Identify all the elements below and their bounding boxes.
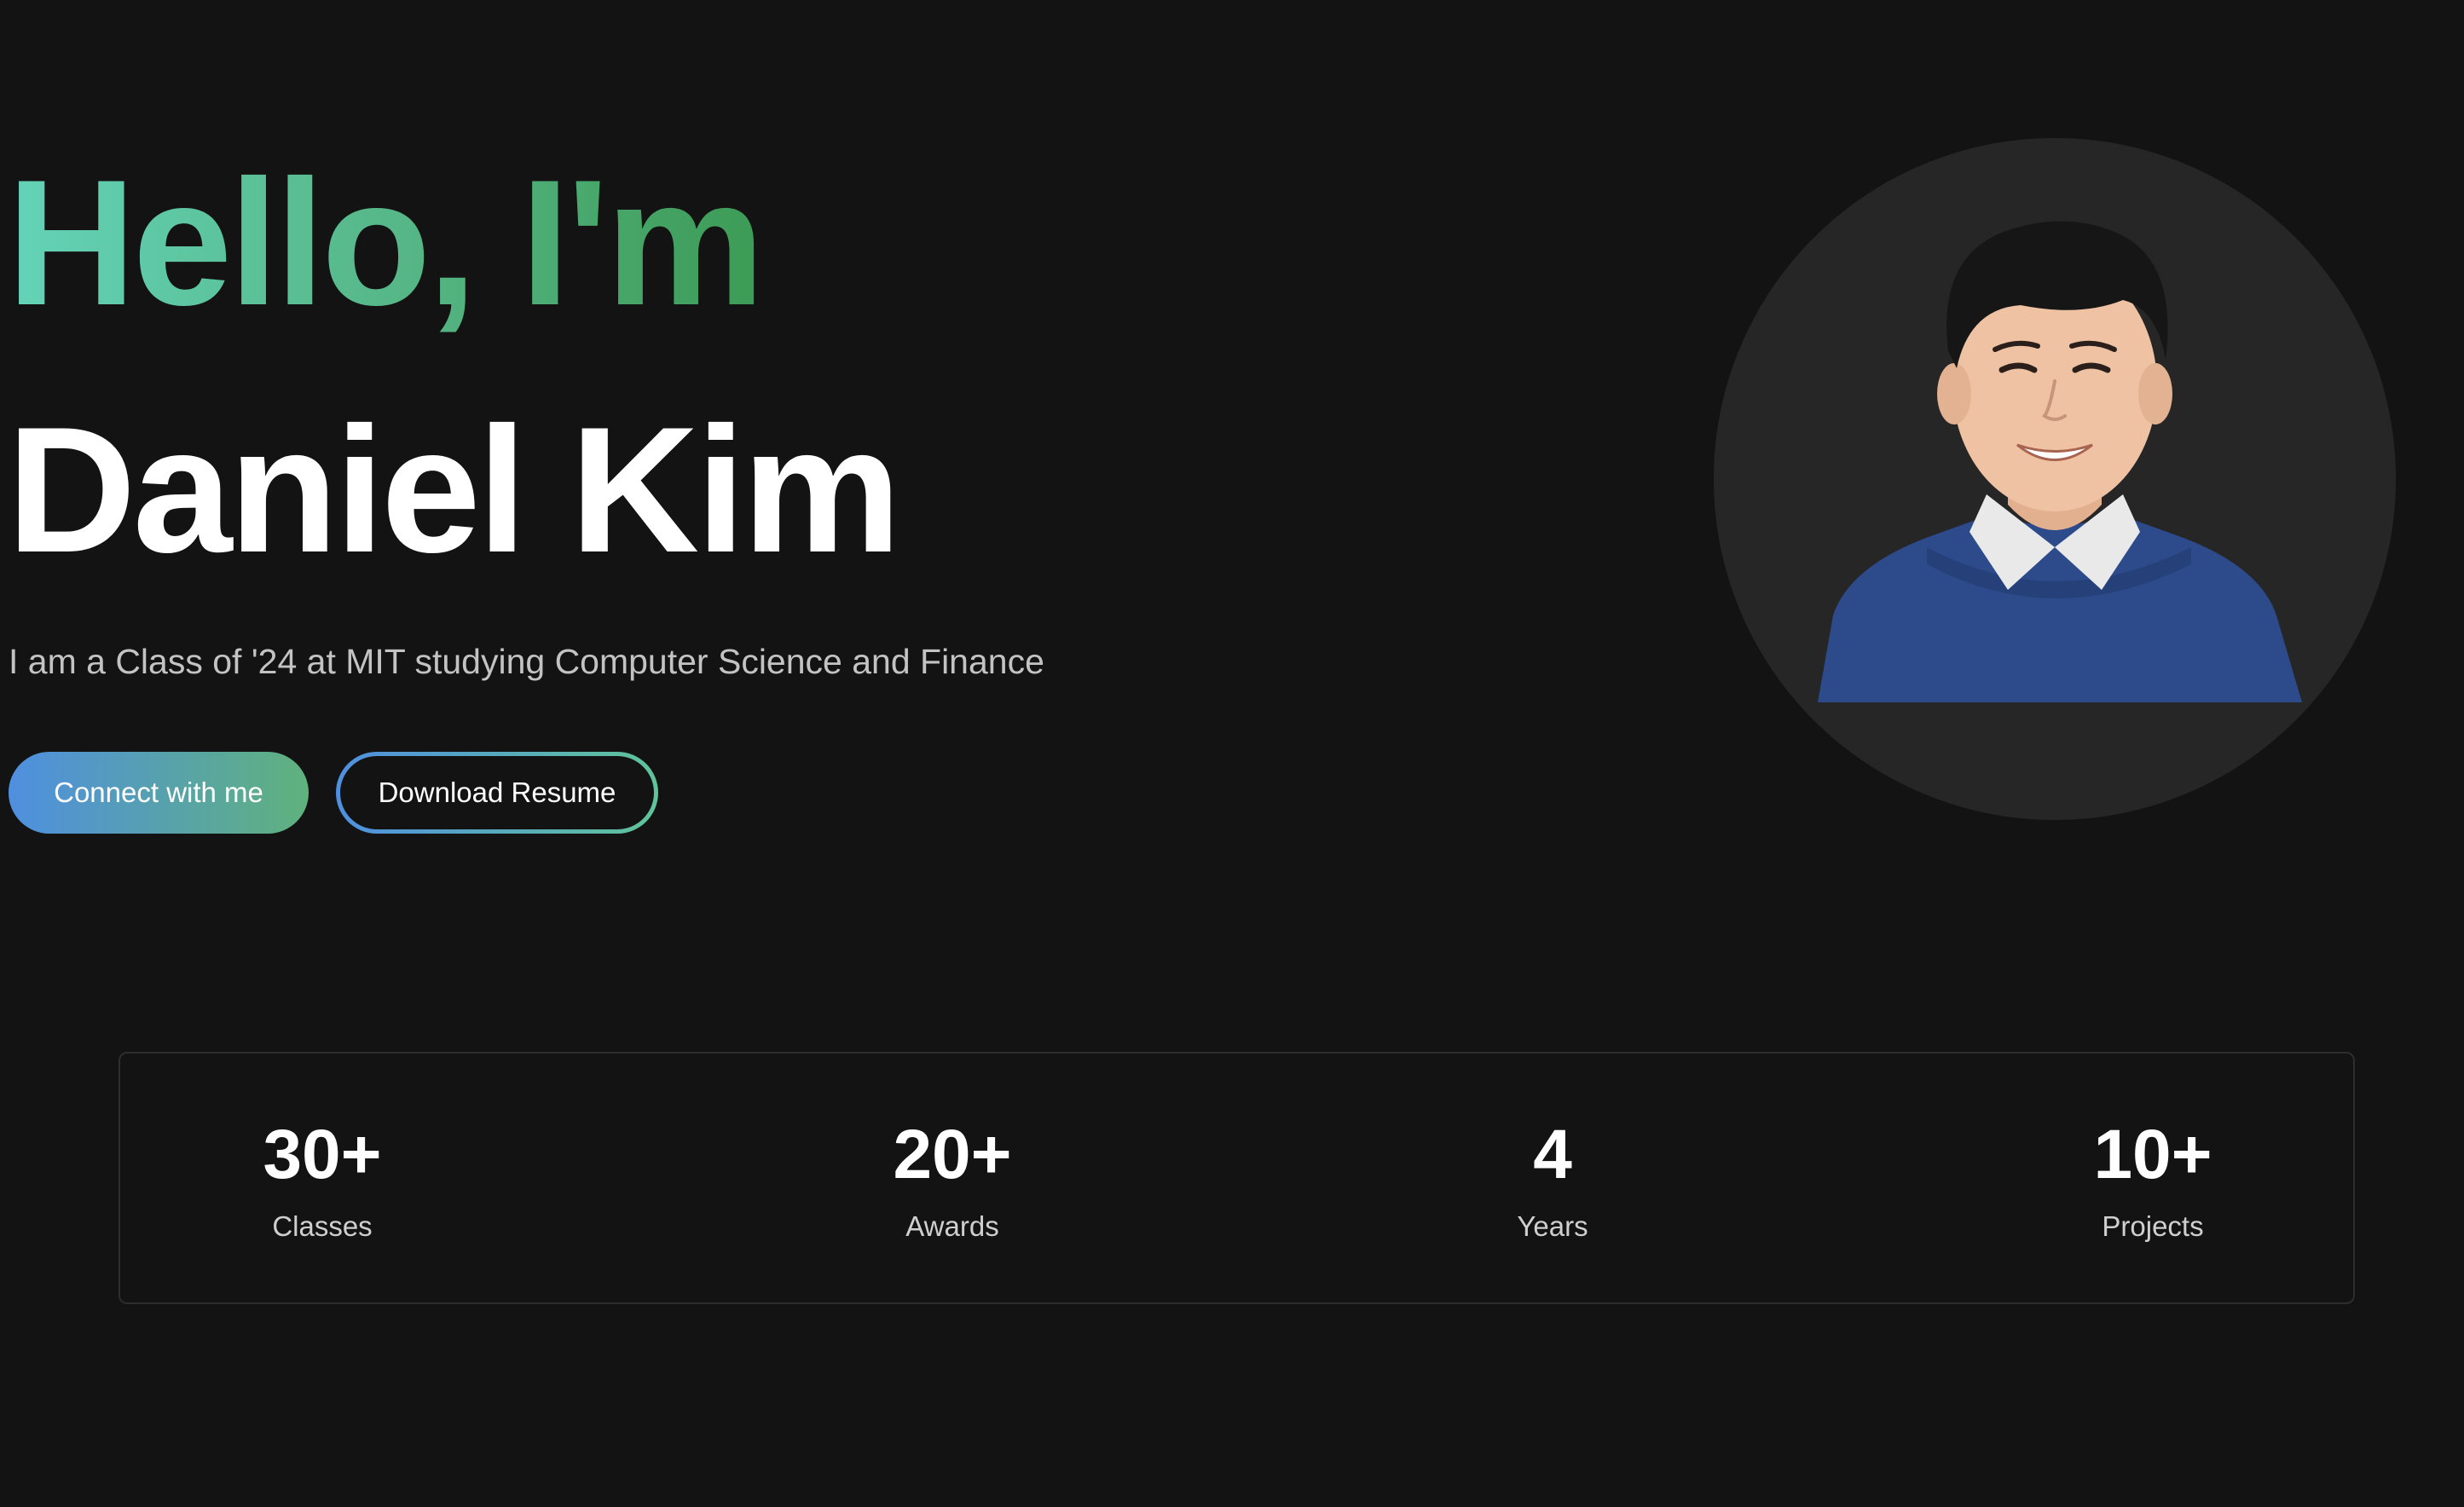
avatar bbox=[1714, 138, 2396, 820]
connect-button[interactable]: Connect with me bbox=[9, 752, 309, 834]
stats-panel: 30+ Classes 20+ Awards 4 Years 10+ Proje… bbox=[119, 1052, 2355, 1304]
portfolio-page: Hello, I'm Daniel Kim I am a Class of '2… bbox=[0, 0, 2464, 1507]
stat-value: 4 bbox=[1533, 1116, 1572, 1193]
stat-value: 20+ bbox=[893, 1116, 1012, 1193]
profile-photo-icon bbox=[1714, 138, 2396, 702]
stat-label: Awards bbox=[905, 1210, 999, 1242]
download-resume-button[interactable]: Download Resume bbox=[336, 752, 658, 834]
stat-label: Projects bbox=[2102, 1210, 2204, 1242]
hero-tagline: I am a Class of '24 at MIT studying Comp… bbox=[9, 642, 1044, 681]
stat-value: 30+ bbox=[263, 1116, 382, 1193]
stat-label: Years bbox=[1517, 1210, 1588, 1242]
stat-value: 10+ bbox=[2093, 1116, 2212, 1193]
hero-greeting: Hello, I'm bbox=[7, 142, 765, 343]
hero-name: Daniel Kim bbox=[7, 390, 901, 590]
stat-label: Classes bbox=[272, 1210, 373, 1242]
